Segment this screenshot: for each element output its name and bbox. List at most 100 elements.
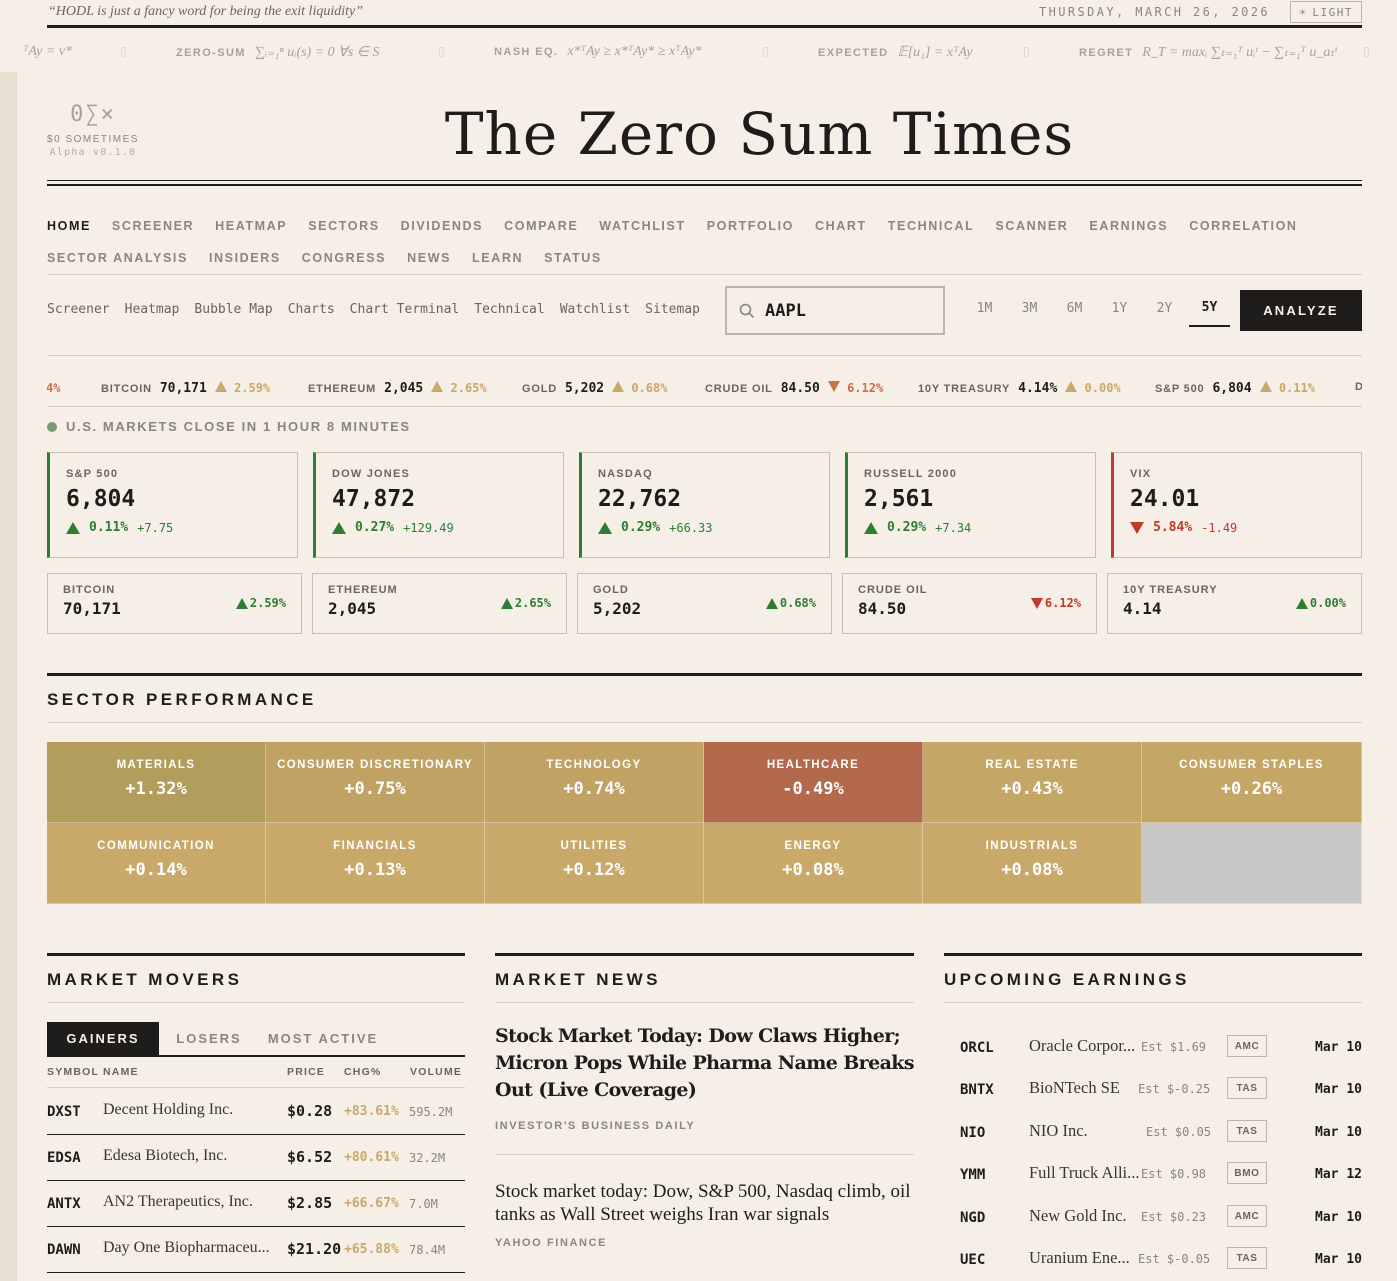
theme-toggle-button[interactable]: ☀ LIGHT bbox=[1290, 1, 1362, 23]
range-2y[interactable]: 2Y bbox=[1142, 290, 1187, 327]
ticker-item[interactable]: S&P 500 6,804 0.11% bbox=[1155, 381, 1315, 396]
nav-heatmap[interactable]: HEATMAP bbox=[215, 219, 287, 233]
nav-technical[interactable]: TECHNICAL bbox=[888, 219, 975, 233]
index-card-russell-2000[interactable]: RUSSELL 2000 2,561 0.29% +7.34 bbox=[845, 452, 1096, 558]
nav-dividends[interactable]: DIVIDENDS bbox=[401, 219, 483, 233]
range-1y[interactable]: 1Y bbox=[1097, 290, 1142, 327]
theme-toggle-label: LIGHT bbox=[1312, 5, 1353, 19]
analyze-button[interactable]: ANALYZE bbox=[1240, 290, 1362, 331]
asset-card-10y-treasury[interactable]: 10Y TREASURY 4.14 0.00% bbox=[1107, 573, 1362, 634]
asset-card-gold[interactable]: GOLD 5,202 0.68% bbox=[577, 573, 832, 634]
earnings-row[interactable]: NGD New Gold Inc. Est $0.23 AMC Mar 10 bbox=[944, 1202, 1362, 1242]
nav-earnings[interactable]: EARNINGS bbox=[1089, 219, 1168, 233]
nav-sector-analysis[interactable]: SECTOR ANALYSIS bbox=[47, 251, 188, 265]
ticker-change: 4% bbox=[47, 381, 61, 395]
subnav-chart-terminal[interactable]: Chart Terminal bbox=[350, 302, 460, 317]
range-1m[interactable]: 1M bbox=[962, 290, 1007, 327]
subnav-bubble-map[interactable]: Bubble Map bbox=[194, 302, 272, 317]
earnings-row[interactable]: YMM Full Truck Alli... Est $0.98 BMO Mar… bbox=[944, 1159, 1362, 1199]
tab-losers[interactable]: LOSERS bbox=[159, 1022, 259, 1055]
nav-status[interactable]: STATUS bbox=[544, 251, 602, 265]
range-3m[interactable]: 3M bbox=[1007, 290, 1052, 327]
ticker-search-input[interactable] bbox=[765, 300, 915, 321]
nav-screener[interactable]: SCREENER bbox=[112, 219, 194, 233]
sector-cell-real-estate[interactable]: REAL ESTATE +0.43% bbox=[923, 742, 1142, 823]
asset-card-crude-oil[interactable]: CRUDE OIL 84.50 6.12% bbox=[842, 573, 1097, 634]
ticker-item[interactable]: D bbox=[1355, 381, 1362, 393]
sector-cell-energy[interactable]: ENERGY +0.08% bbox=[704, 823, 923, 904]
sector-cell-materials[interactable]: MATERIALS +1.32% bbox=[47, 742, 266, 823]
ticker-item[interactable]: CRUDE OIL 84.50 6.12% bbox=[705, 381, 883, 396]
nav-news[interactable]: NEWS bbox=[407, 251, 451, 265]
news-item[interactable]: Stock market today: Dow, S&P 500, Nasdaq… bbox=[495, 1180, 914, 1249]
index-card-nasdaq[interactable]: NASDAQ 22,762 0.29% +66.33 bbox=[579, 452, 830, 558]
news-item[interactable]: Stock Market Today: Dow Claws Higher; Mi… bbox=[495, 1023, 915, 1132]
col-price[interactable]: PRICE bbox=[287, 1066, 325, 1078]
asset-card-ethereum[interactable]: ETHEREUM 2,045 2.65% bbox=[312, 573, 567, 634]
ticker-item[interactable]: ETHEREUM 2,045 2.65% bbox=[308, 381, 487, 396]
col-volume[interactable]: VOLUME bbox=[410, 1066, 462, 1078]
col-chg[interactable]: CHG% bbox=[344, 1066, 381, 1078]
table-row[interactable]: EDSA Edesa Biotech, Inc. $6.52 +80.61% 3… bbox=[47, 1135, 465, 1181]
subnav-screener[interactable]: Screener bbox=[47, 302, 110, 317]
sector-cell-communication[interactable]: COMMUNICATION +0.14% bbox=[47, 823, 266, 904]
up-arrow-icon bbox=[598, 521, 612, 534]
table-row[interactable]: DXST Decent Holding Inc. $0.28 +83.61% 5… bbox=[47, 1089, 465, 1135]
subnav-heatmap[interactable]: Heatmap bbox=[125, 302, 180, 317]
row-name: Edesa Biotech, Inc. bbox=[103, 1147, 228, 1164]
sector-cell-utilities[interactable]: UTILITIES +0.12% bbox=[485, 823, 704, 904]
nav-sectors[interactable]: SECTORS bbox=[308, 219, 379, 233]
nav-congress[interactable]: CONGRESS bbox=[302, 251, 386, 265]
index-name: RUSSELL 2000 bbox=[864, 468, 958, 480]
earnings-date: Mar 10 bbox=[1315, 1125, 1362, 1140]
formula-label: NASH EQ. bbox=[494, 46, 559, 58]
ticker-item[interactable]: 10Y TREASURY 4.14% 0.00% bbox=[918, 381, 1121, 396]
subnav-technical[interactable]: Technical bbox=[474, 302, 544, 317]
tab-most-active[interactable]: MOST ACTIVE bbox=[259, 1022, 387, 1055]
sector-cell-financials[interactable]: FINANCIALS +0.13% bbox=[266, 823, 485, 904]
subnav-sitemap[interactable]: Sitemap bbox=[645, 302, 700, 317]
sector-change: +1.32% bbox=[125, 779, 187, 799]
col-symbol[interactable]: SYMBOL bbox=[47, 1066, 99, 1078]
asset-card-bitcoin[interactable]: BITCOIN 70,171 2.59% bbox=[47, 573, 302, 634]
nav-insiders[interactable]: INSIDERS bbox=[209, 251, 281, 265]
index-card-dow-jones[interactable]: DOW JONES 47,872 0.27% +129.49 bbox=[313, 452, 564, 558]
subnav-watchlist[interactable]: Watchlist bbox=[560, 302, 630, 317]
range-5y[interactable]: 5Y bbox=[1189, 290, 1230, 327]
sun-icon: ☀ bbox=[1299, 5, 1308, 19]
index-card-vix[interactable]: VIX 24.01 5.84% -1.49 bbox=[1111, 452, 1362, 558]
sector-cell-industrials[interactable]: INDUSTRIALS +0.08% bbox=[923, 823, 1142, 904]
sector-cell-consumer-discretionary[interactable]: CONSUMER DISCRETIONARY +0.75% bbox=[266, 742, 485, 823]
earnings-row[interactable]: BNTX BioNTech SE Est $-0.25 TAS Mar 10 bbox=[944, 1074, 1362, 1114]
ticker-name: ETHEREUM bbox=[308, 383, 377, 395]
nav-learn[interactable]: LEARN bbox=[472, 251, 523, 265]
index-card-sp500[interactable]: S&P 500 6,804 0.11% +7.75 bbox=[47, 452, 298, 558]
sector-cell-technology[interactable]: TECHNOLOGY +0.74% bbox=[485, 742, 704, 823]
nav-watchlist[interactable]: WATCHLIST bbox=[599, 219, 685, 233]
ticker-name: 10Y TREASURY bbox=[918, 383, 1011, 395]
earnings-row[interactable]: ORCL Oracle Corpor... Est $1.69 AMC Mar … bbox=[944, 1032, 1362, 1072]
market-movers-header: MARKET MOVERS bbox=[47, 953, 465, 1003]
sector-cell-healthcare[interactable]: HEALTHCARE -0.49% bbox=[704, 742, 923, 823]
earnings-row[interactable]: UEC Uranium Ene... Est $-0.05 TAS Mar 10 bbox=[944, 1244, 1362, 1281]
nav-portfolio[interactable]: PORTFOLIO bbox=[707, 219, 794, 233]
news-headline[interactable]: Stock market today: Dow, S&P 500, Nasdaq… bbox=[495, 1180, 914, 1226]
subnav-charts[interactable]: Charts bbox=[288, 302, 335, 317]
ticker-item[interactable]: GOLD 5,202 0.68% bbox=[522, 381, 667, 396]
earnings-row[interactable]: NIO NIO Inc. Est $0.05 TAS Mar 10 bbox=[944, 1117, 1362, 1157]
col-name[interactable]: NAME bbox=[103, 1066, 139, 1078]
table-row[interactable]: ANTX AN2 Therapeutics, Inc. $2.85 +66.67… bbox=[47, 1181, 465, 1227]
ticker-search-box[interactable] bbox=[725, 286, 945, 335]
nav-compare[interactable]: COMPARE bbox=[504, 219, 578, 233]
ticker-item[interactable]: BITCOIN 70,171 2.59% bbox=[101, 381, 270, 396]
nav-scanner[interactable]: SCANNER bbox=[995, 219, 1068, 233]
ticker-item[interactable]: 4% bbox=[47, 381, 60, 395]
tab-gainers[interactable]: GAINERS bbox=[47, 1022, 159, 1055]
sector-cell-consumer-staples[interactable]: CONSUMER STAPLES +0.26% bbox=[1142, 742, 1362, 823]
nav-chart[interactable]: CHART bbox=[815, 219, 867, 233]
table-row[interactable]: DAWN Day One Biopharmaceu... $21.20 +65.… bbox=[47, 1227, 465, 1273]
range-6m[interactable]: 6M bbox=[1052, 290, 1097, 327]
nav-correlation[interactable]: CORRELATION bbox=[1189, 219, 1297, 233]
nav-home[interactable]: HOME bbox=[47, 219, 91, 233]
news-headline[interactable]: Stock Market Today: Dow Claws Higher; Mi… bbox=[495, 1023, 915, 1104]
